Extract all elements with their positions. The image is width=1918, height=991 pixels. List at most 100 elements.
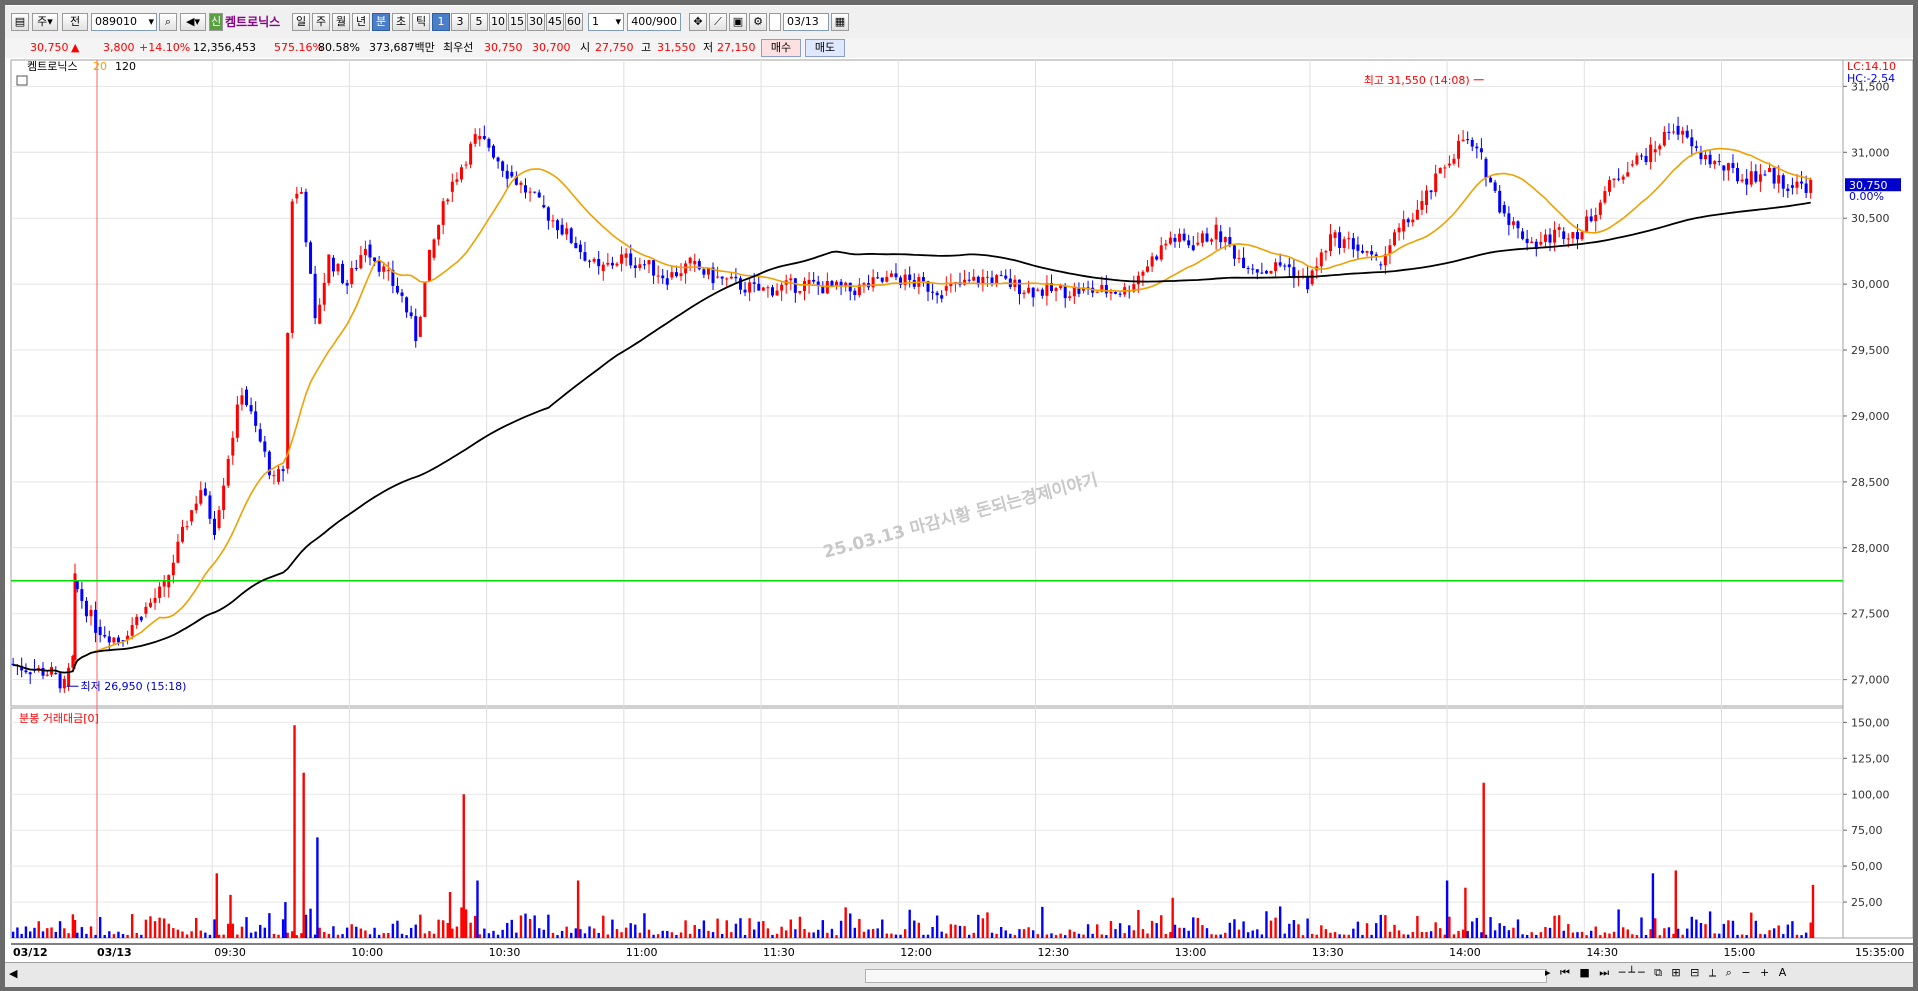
volume-bar (990, 932, 994, 938)
candle-body (1777, 175, 1781, 184)
candle-body (331, 257, 335, 272)
buy-button[interactable]: 매수 (761, 39, 801, 57)
volume-tick-label: 25,00 (1851, 896, 1883, 909)
sell-button[interactable]: 매도 (805, 39, 845, 57)
volume-bar (1681, 934, 1684, 938)
interval-button-1[interactable]: 1 (432, 13, 450, 31)
volume-bar (981, 918, 985, 938)
candle-body (606, 262, 610, 265)
volume-bar (576, 880, 580, 938)
min-annotation: 최저 26,950 (15:18) (80, 680, 186, 693)
prev-button[interactable]: 전 (62, 13, 88, 31)
open-label: 시 (580, 41, 591, 54)
volume-bar (336, 934, 340, 938)
volume-bar (1397, 930, 1401, 938)
candle-body (1612, 178, 1616, 181)
gear-icon[interactable]: ⚙ (749, 13, 767, 31)
volume-bar (1443, 934, 1447, 938)
volume-bar (185, 934, 189, 938)
nav-icons[interactable]: ▸ ⏮ ■ ⏭ ─┴─ ⧉ ⊞ ⊟ ⟂ ⌕ − + A (1545, 966, 1789, 980)
interval-button-45[interactable]: 45 (546, 13, 564, 31)
volume-bar (1214, 934, 1218, 938)
candle-body (702, 269, 706, 275)
volume-bar (885, 933, 889, 938)
candle-body (496, 157, 500, 162)
candle-body (1434, 173, 1438, 193)
volume-bar (204, 932, 207, 938)
period-button-0[interactable]: 일 (292, 13, 310, 31)
volume-bar (1031, 930, 1035, 938)
interval-button-60[interactable]: 60 (565, 13, 583, 31)
period-button-3[interactable]: 년 (352, 13, 370, 31)
search-icon[interactable]: ⌕ (159, 13, 177, 31)
candle-body (427, 249, 431, 282)
volume-bar (112, 934, 116, 938)
best-bid: 30,700 (532, 41, 571, 54)
price-tick-label: 28,000 (1851, 542, 1890, 555)
candle-body (647, 260, 651, 265)
volume-bar (1384, 915, 1387, 938)
line-tool-icon[interactable]: ⟋ (709, 13, 727, 31)
save-icon[interactable]: ▣ (729, 13, 747, 31)
volume-bar (428, 931, 431, 938)
interval-button-3[interactable]: 3 (451, 13, 469, 31)
candle-body (1306, 275, 1310, 290)
volume-bar (1553, 915, 1556, 938)
tool-icon[interactable]: ✥ (689, 13, 707, 31)
volume-bar (1283, 933, 1286, 938)
candle-body (395, 285, 399, 293)
volume-bar (999, 927, 1003, 938)
candle-body (1155, 256, 1159, 260)
interval-input[interactable]: 1 ▾ (588, 13, 624, 31)
candle-body (1790, 185, 1794, 188)
interval-button-5[interactable]: 5 (470, 13, 488, 31)
calendar-icon[interactable]: ▦ (831, 13, 849, 31)
candle-body (1269, 271, 1273, 274)
period-button-6[interactable]: 틱 (412, 13, 430, 31)
volume-bar (1649, 929, 1652, 938)
stock-code-input[interactable]: 089010 ▾ (91, 13, 157, 31)
date-checkbox[interactable] (769, 13, 781, 31)
current-price: 30,750 (30, 41, 69, 54)
candle-body (1027, 287, 1031, 293)
period-button-5[interactable]: 초 (392, 13, 410, 31)
volume-bar (547, 914, 550, 938)
scroll-thumb[interactable] (865, 969, 1547, 983)
volume-bar (199, 930, 202, 938)
date-input[interactable]: 03/13 (783, 13, 829, 31)
candle-body (1214, 224, 1218, 240)
volume-bar (332, 926, 335, 938)
candle-body (1360, 250, 1364, 253)
chart-area[interactable]: 25.03.13 마감시황 돈되는경제이야기 31,500 31,000 30,50… (5, 58, 1914, 966)
price-tick-label: 27,000 (1851, 674, 1890, 687)
candle-body (1164, 243, 1168, 246)
sound-icon[interactable]: ◀▾ (180, 13, 206, 31)
volume-bar (1557, 915, 1561, 938)
volume-bar (37, 921, 40, 938)
scroll-bar[interactable]: ◀ ▸ ⏮ ■ ⏭ ─┴─ ⧉ ⊞ ⊟ ⟂ ⌕ − + A (5, 962, 1913, 987)
candle-body (1040, 289, 1044, 296)
period-button-1[interactable]: 주 (312, 13, 330, 31)
volume-bar (803, 928, 806, 938)
scroll-left-icon[interactable]: ◀ (9, 967, 17, 980)
window-icon[interactable]: ▤ (11, 13, 29, 31)
candle-body (610, 262, 614, 266)
candle-body (75, 580, 79, 590)
period-button-2[interactable]: 월 (332, 13, 350, 31)
period-button-4[interactable]: 분 (372, 13, 390, 31)
market-select[interactable]: 주▾ (32, 13, 58, 31)
interval-button-15[interactable]: 15 (508, 13, 526, 31)
candle-body (203, 488, 207, 496)
volume-bar (63, 928, 66, 938)
candle-body (1699, 152, 1703, 160)
volume-bar (716, 918, 719, 938)
candle-body (322, 282, 326, 305)
interval-button-30[interactable]: 30 (527, 13, 545, 31)
volume-bar (1086, 924, 1090, 938)
volume-bar (400, 933, 404, 938)
volume-bar (1425, 931, 1428, 938)
interval-button-10[interactable]: 10 (489, 13, 507, 31)
candle-body (597, 259, 601, 267)
volume-bar (538, 928, 541, 938)
candle-body (862, 283, 866, 285)
